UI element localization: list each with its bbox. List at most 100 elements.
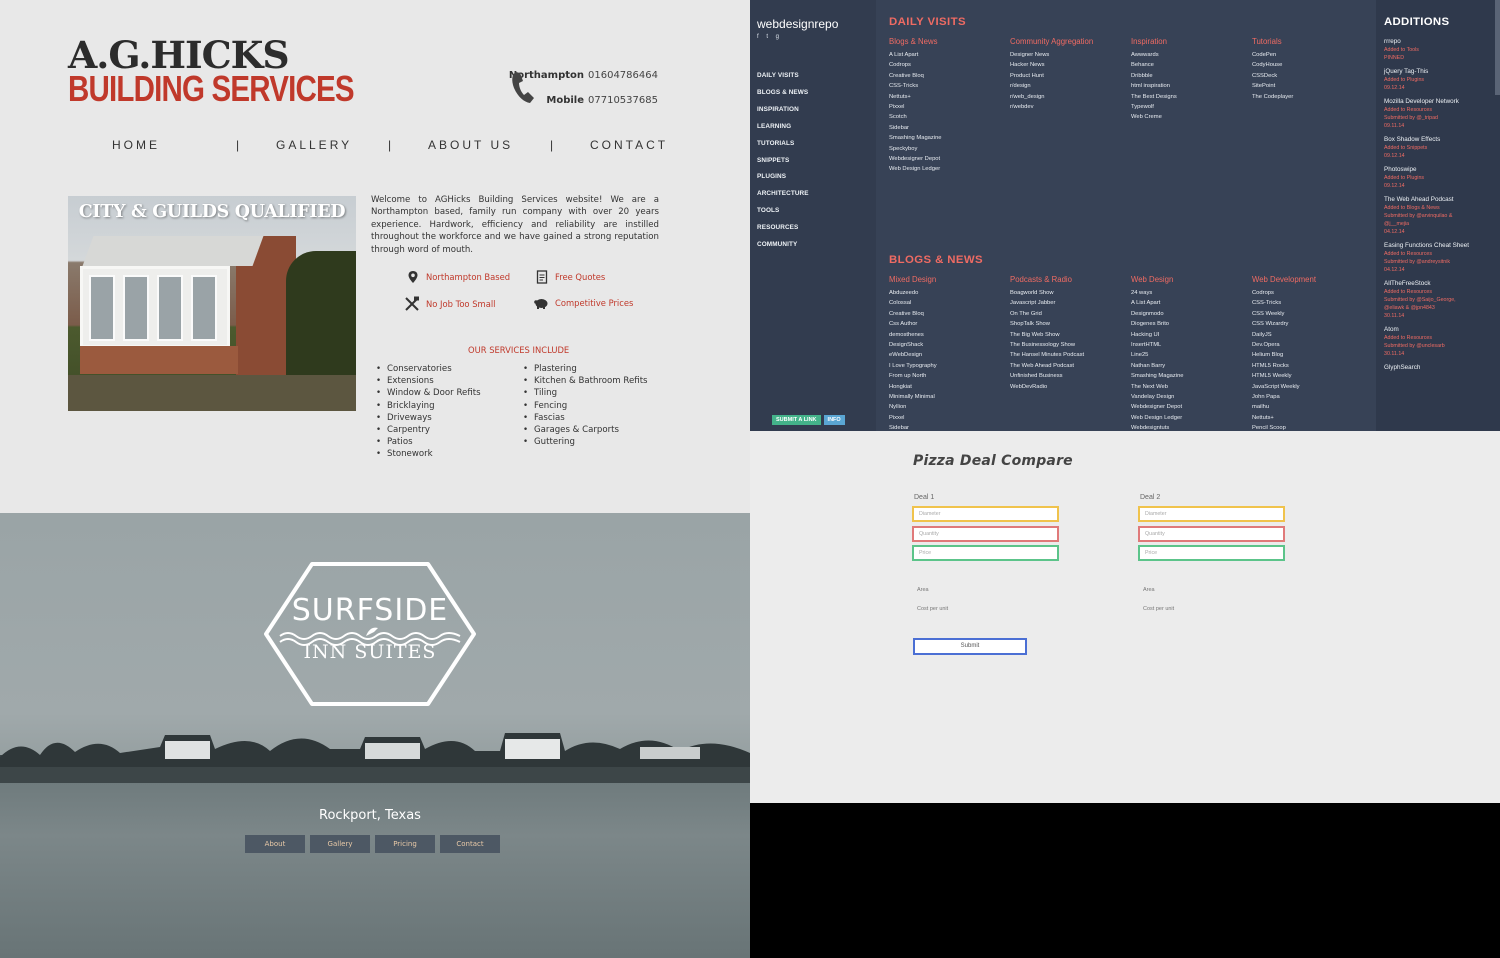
- column-link[interactable]: The Best Designs: [1131, 92, 1251, 102]
- deal1-quantity-input[interactable]: Quantity: [912, 526, 1059, 542]
- column-link[interactable]: Web Creme: [1131, 112, 1251, 122]
- column-link[interactable]: Webdesigner Depot: [889, 154, 1009, 164]
- column-link[interactable]: The Big Web Show: [1010, 330, 1130, 340]
- column-link[interactable]: Pencil Scoop: [1252, 423, 1372, 431]
- column-link[interactable]: Nathan Barry: [1131, 361, 1251, 371]
- column-link[interactable]: 24 ways: [1131, 288, 1251, 298]
- column-link[interactable]: CodePen: [1252, 50, 1372, 60]
- column-link[interactable]: HTML5 Rocks: [1252, 361, 1372, 371]
- deal2-diameter-input[interactable]: Diameter: [1138, 506, 1285, 522]
- column-link[interactable]: Nettuts+: [1252, 413, 1372, 423]
- addition-item[interactable]: AllTheFreeStock Added to Resources Submitt…: [1384, 280, 1496, 320]
- column-title[interactable]: Community Aggregation: [1010, 37, 1130, 46]
- sidebar-nav-item[interactable]: TUTORIALS: [757, 136, 809, 153]
- mobile-number[interactable]: 07710537685: [588, 95, 658, 106]
- column-title[interactable]: Web Development: [1252, 275, 1372, 284]
- column-link[interactable]: SitePoint: [1252, 81, 1372, 91]
- sidebar-nav-item[interactable]: COMMUNITY: [757, 237, 809, 254]
- column-link[interactable]: Web Design Ledger: [1131, 413, 1251, 423]
- addition-title[interactable]: AllTheFreeStock: [1384, 280, 1496, 288]
- sidebar-nav-item[interactable]: SNIPPETS: [757, 153, 809, 170]
- column-link[interactable]: Awwwards: [1131, 50, 1251, 60]
- column-link[interactable]: CSS-Tricks: [1252, 298, 1372, 308]
- column-link[interactable]: InsertHTML: [1131, 340, 1251, 350]
- column-link[interactable]: Creative Bloq: [889, 309, 1009, 319]
- column-link[interactable]: CSSDeck: [1252, 71, 1372, 81]
- column-link[interactable]: Helium Blog: [1252, 350, 1372, 360]
- column-link[interactable]: CSS-Tricks: [889, 81, 1009, 91]
- column-link[interactable]: Designmodo: [1131, 309, 1251, 319]
- info-button[interactable]: INFO: [823, 415, 845, 425]
- column-link[interactable]: ShopTalk Show: [1010, 319, 1130, 329]
- deal2-price-input[interactable]: Price: [1138, 545, 1285, 561]
- column-link[interactable]: Sidebar: [889, 123, 1009, 133]
- column-title[interactable]: Blogs & News: [889, 37, 1009, 46]
- nav-contact[interactable]: CONTACT: [590, 138, 668, 152]
- sidebar-nav-item[interactable]: ARCHITECTURE: [757, 186, 809, 203]
- addition-item[interactable]: Mozilla Developer Network Added to Resour…: [1384, 98, 1496, 130]
- brand-logo[interactable]: webdesignrepo: [757, 17, 838, 31]
- social-icons[interactable]: f t g: [757, 34, 782, 40]
- column-link[interactable]: Minimally Minimal: [889, 392, 1009, 402]
- column-link[interactable]: JavaScript Weekly: [1252, 382, 1372, 392]
- nav-home[interactable]: HOME: [112, 138, 236, 152]
- addition-item[interactable]: rrrepo Added to Tools PINNED: [1384, 38, 1496, 62]
- column-link[interactable]: DailyJS: [1252, 330, 1372, 340]
- nav-pricing[interactable]: Pricing: [375, 835, 435, 853]
- nav-gallery[interactable]: Gallery: [310, 835, 370, 853]
- deal1-price-input[interactable]: Price: [912, 545, 1059, 561]
- deal2-quantity-input[interactable]: Quantity: [1138, 526, 1285, 542]
- addition-title[interactable]: Photoswipe: [1384, 166, 1496, 174]
- column-link[interactable]: Dribbble: [1131, 71, 1251, 81]
- column-link[interactable]: Typewolf: [1131, 102, 1251, 112]
- addition-title[interactable]: rrrepo: [1384, 38, 1496, 46]
- column-link[interactable]: John Papa: [1252, 392, 1372, 402]
- column-title[interactable]: Inspiration: [1131, 37, 1251, 46]
- addition-title[interactable]: Box Shadow Effects: [1384, 136, 1496, 144]
- column-link[interactable]: Webdesigntuts: [1131, 423, 1251, 431]
- surfside-logo-badge[interactable]: [262, 560, 478, 708]
- column-link[interactable]: CodyHouse: [1252, 60, 1372, 70]
- column-link[interactable]: On The Grid: [1010, 309, 1130, 319]
- scrollbar[interactable]: [1495, 0, 1500, 95]
- addition-item[interactable]: Easing Functions Cheat Sheet Added to Res…: [1384, 242, 1496, 274]
- sidebar-nav-item[interactable]: INSPIRATION: [757, 102, 809, 119]
- column-link[interactable]: html inspiration: [1131, 81, 1251, 91]
- column-link[interactable]: Web Design Ledger: [889, 164, 1009, 174]
- nav-gallery[interactable]: GALLERY: [276, 138, 388, 152]
- column-link[interactable]: Codrops: [889, 60, 1009, 70]
- column-link[interactable]: Vandelay Design: [1131, 392, 1251, 402]
- column-link[interactable]: r/web_design: [1010, 92, 1130, 102]
- addition-item[interactable]: The Web Ahead Podcast Added to Blogs & Ne…: [1384, 196, 1496, 236]
- column-link[interactable]: DesignShack: [889, 340, 1009, 350]
- column-link[interactable]: Hongkiat: [889, 382, 1009, 392]
- column-link[interactable]: The Businessology Show: [1010, 340, 1130, 350]
- column-link[interactable]: A List Apart: [889, 50, 1009, 60]
- addition-item[interactable]: jQuery Tag-This Added to Plugins 09.12.14: [1384, 68, 1496, 92]
- column-link[interactable]: WebDevRadio: [1010, 382, 1130, 392]
- nav-about-us[interactable]: ABOUT US: [428, 138, 550, 152]
- submit-button[interactable]: Submit: [913, 638, 1027, 655]
- column-link[interactable]: The Web Ahead Podcast: [1010, 361, 1130, 371]
- column-link[interactable]: Codrops: [1252, 288, 1372, 298]
- addition-title[interactable]: Easing Functions Cheat Sheet: [1384, 242, 1496, 250]
- column-link[interactable]: A List Apart: [1131, 298, 1251, 308]
- column-link[interactable]: Creative Bloq: [889, 71, 1009, 81]
- column-link[interactable]: Hacker News: [1010, 60, 1130, 70]
- aghicks-logo[interactable]: A.G.HICKS BUILDING SERVICES: [68, 37, 355, 107]
- addition-item[interactable]: Box Shadow Effects Added to Snippets 09.12…: [1384, 136, 1496, 160]
- submit-link-button[interactable]: SUBMIT A LINK: [772, 415, 821, 425]
- sidebar-nav-item[interactable]: TOOLS: [757, 203, 809, 220]
- column-link[interactable]: Line25: [1131, 350, 1251, 360]
- column-link[interactable]: Abduzeedo: [889, 288, 1009, 298]
- column-link[interactable]: Unfinished Business: [1010, 371, 1130, 381]
- addition-title[interactable]: GlyphSearch: [1384, 364, 1496, 372]
- sidebar-nav-item[interactable]: PLUGINS: [757, 169, 809, 186]
- sidebar-nav-item[interactable]: RESOURCES: [757, 220, 809, 237]
- column-link[interactable]: From up North: [889, 371, 1009, 381]
- column-link[interactable]: Nyllion: [889, 402, 1009, 412]
- nav-contact[interactable]: Contact: [440, 835, 500, 853]
- deal1-diameter-input[interactable]: Diameter: [912, 506, 1059, 522]
- sidebar-nav-item[interactable]: DAILY VISITS: [757, 68, 809, 85]
- addition-title[interactable]: The Web Ahead Podcast: [1384, 196, 1496, 204]
